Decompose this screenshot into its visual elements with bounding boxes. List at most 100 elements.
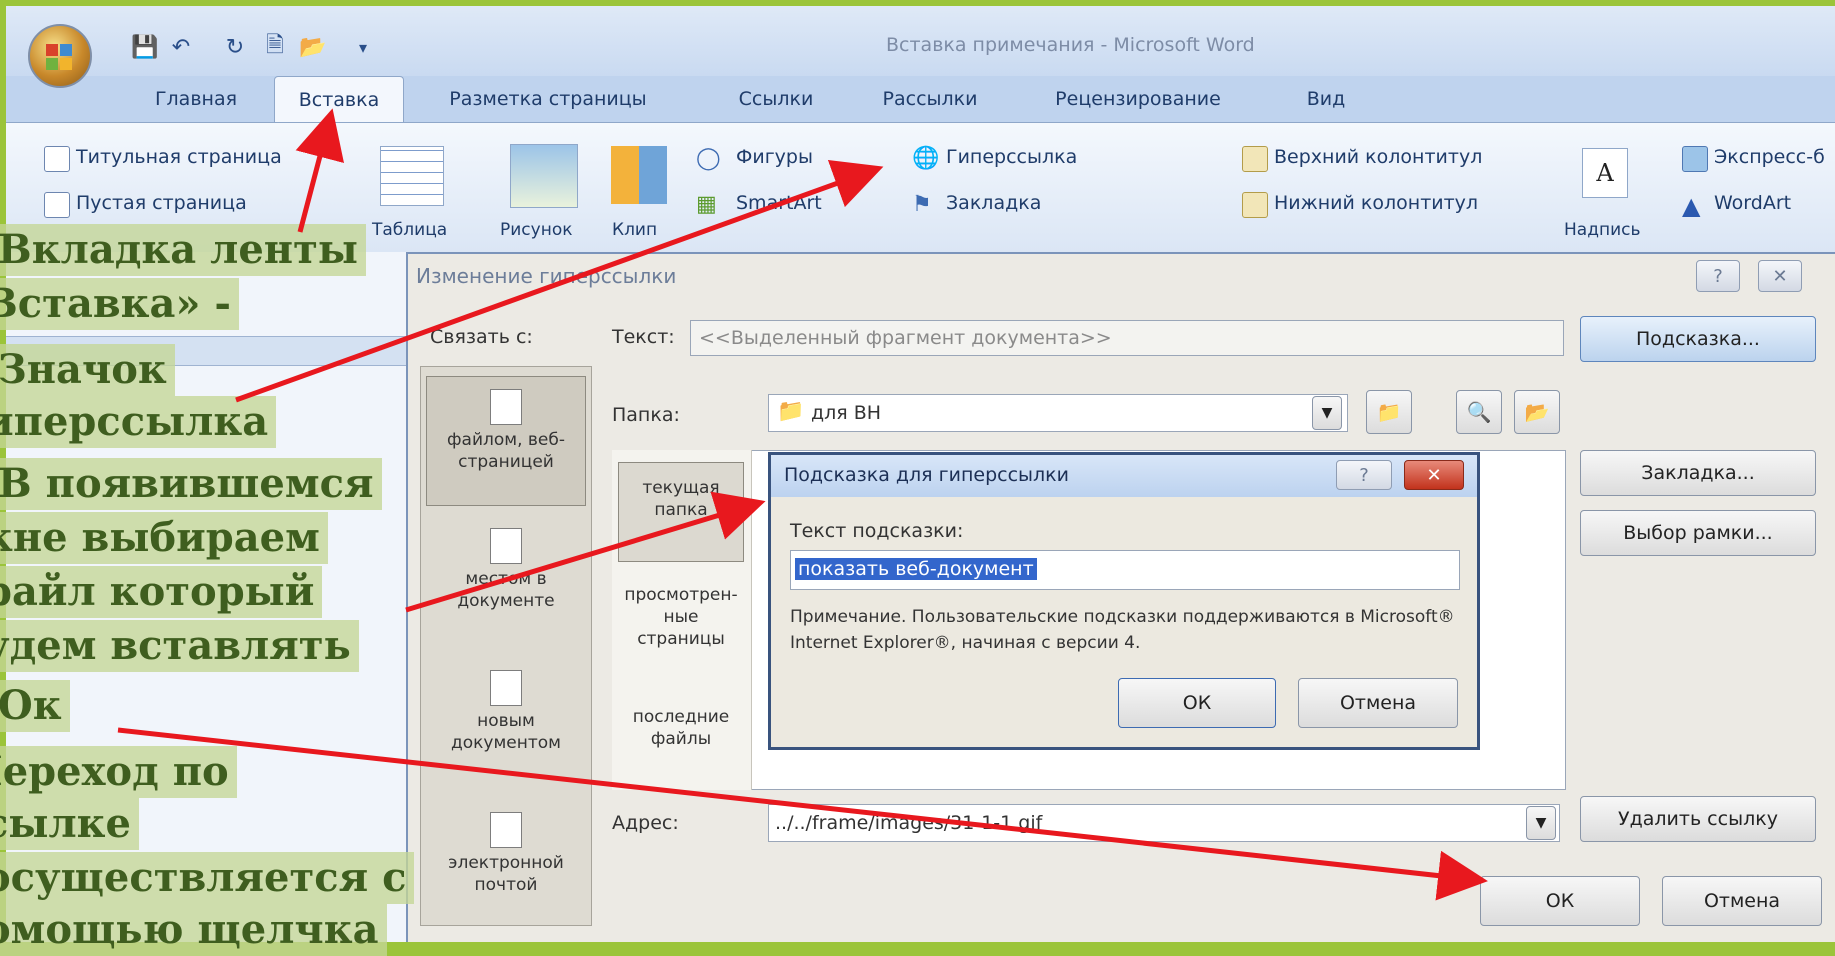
folder-select-value: для ВН <box>811 402 882 424</box>
link-option-place-label: местом в документе <box>457 569 555 611</box>
annotation-line-6: кне выбираем <box>0 512 328 564</box>
folder-icon: 📁 <box>777 399 805 424</box>
tip-button[interactable]: Подсказка... <box>1580 316 1816 362</box>
cancel-button[interactable]: Отмена <box>1662 876 1822 926</box>
table-icon <box>380 146 444 206</box>
annotation-line-9: .Ок <box>0 680 70 732</box>
quick-parts-button[interactable]: Экспресс-б <box>1714 146 1825 168</box>
bookmark-dialog-button[interactable]: Закладка... <box>1580 450 1816 496</box>
address-field-value: ../../frame/images/31-1-1.gif <box>775 812 1043 834</box>
smartart-icon: ▦ <box>696 192 717 217</box>
document-place-icon <box>490 528 522 564</box>
tab-view[interactable]: Вид <box>1296 76 1356 122</box>
annotation-line-1: .Вкладка ленты <box>0 224 366 276</box>
browse-file-icon[interactable]: 📂 <box>1514 390 1560 434</box>
annotation-line-2: Вставка» - <box>0 278 239 330</box>
recent-files-option[interactable]: последние файлы <box>618 706 744 750</box>
cover-page-button[interactable]: Титульная страница <box>76 146 282 168</box>
wordart-button[interactable]: WordArt <box>1714 192 1791 214</box>
tab-mailings[interactable]: Рассылки <box>870 76 990 122</box>
clip-art-button[interactable]: Клип <box>612 220 657 240</box>
browse-web-icon[interactable]: 🔍 <box>1456 390 1502 434</box>
qat-dropdown-icon[interactable]: ▾ <box>348 32 378 62</box>
email-icon <box>490 812 522 848</box>
textbox-icon: A <box>1582 148 1628 198</box>
current-folder-option[interactable]: текущая папка <box>618 462 744 562</box>
up-folder-icon[interactable]: 📁 <box>1366 390 1412 434</box>
save-icon[interactable]: 💾 <box>130 32 160 62</box>
tab-home[interactable]: Главная <box>136 76 256 122</box>
office-button-icon[interactable] <box>28 24 92 88</box>
table-button[interactable]: Таблица <box>372 220 447 240</box>
tab-review[interactable]: Рецензирование <box>1038 76 1238 122</box>
bookmark-icon: ⚑ <box>912 192 932 217</box>
footer-button[interactable]: Нижний колонтитул <box>1274 192 1478 214</box>
text-label: Текст: <box>612 326 675 348</box>
folder-label: Папка: <box>612 404 680 426</box>
help-icon[interactable]: ? <box>1696 260 1740 292</box>
link-option-new[interactable]: новым документом <box>426 670 586 780</box>
annotation-line-5: .В появившемся <box>0 458 382 510</box>
web-page-icon <box>490 389 522 425</box>
link-option-file-label: файлом, веб-страницей <box>447 430 565 472</box>
new-document-icon <box>490 670 522 706</box>
open-folder-icon[interactable]: 📂 <box>298 32 328 62</box>
annotation-line-3: .Значок <box>0 344 175 396</box>
hyperlink-icon: 🌐 <box>912 146 940 171</box>
link-to-label: Связать с: <box>430 326 533 348</box>
smartart-button[interactable]: SmartArt <box>736 192 822 214</box>
clip-art-icon <box>611 146 667 204</box>
screentip-title: Подсказка для гиперссылки <box>784 464 1069 486</box>
folder-select[interactable]: 📁 для ВН <box>768 394 1348 432</box>
annotation-line-8: удем вставлять <box>0 620 359 672</box>
blank-page-icon <box>44 192 70 218</box>
office-logo-blue <box>60 44 72 56</box>
picture-button[interactable]: Рисунок <box>500 220 573 240</box>
screentip-ok-button[interactable]: ОК <box>1118 678 1276 728</box>
address-field[interactable]: ../../frame/images/31-1-1.gif <box>768 804 1560 842</box>
office-logo-green <box>46 58 58 70</box>
undo-icon[interactable]: ↶ <box>166 32 196 62</box>
annotation-line-10: Іереход по <box>0 746 237 798</box>
header-button[interactable]: Верхний колонтитул <box>1274 146 1482 168</box>
shapes-button[interactable]: Фигуры <box>736 146 813 168</box>
link-option-email[interactable]: электронной почтой <box>426 812 586 922</box>
select-frame-button[interactable]: Выбор рамки... <box>1580 510 1816 556</box>
footer-icon <box>1242 192 1268 218</box>
blank-page-button[interactable]: Пустая страница <box>76 192 247 214</box>
screentip-text-field[interactable]: показать веб-документ <box>790 550 1460 590</box>
textbox-button[interactable]: Надпись <box>1564 220 1640 240</box>
header-icon <box>1242 146 1268 172</box>
screentip-cancel-button[interactable]: Отмена <box>1298 678 1458 728</box>
ok-button[interactable]: ОК <box>1480 876 1640 926</box>
bookmark-button[interactable]: Закладка <box>946 192 1041 214</box>
browsed-pages-option[interactable]: просмотрен-ные страницы <box>618 584 744 650</box>
text-field[interactable]: <<Выделенный фрагмент документа>> <box>690 320 1564 356</box>
office-logo-red <box>46 44 58 56</box>
tab-page-layout[interactable]: Разметка страницы <box>418 76 678 122</box>
tab-insert[interactable]: Вставка <box>274 76 404 122</box>
link-option-place[interactable]: местом в документе <box>426 528 586 638</box>
window-title: Вставка примечания - Microsoft Word <box>886 34 1255 56</box>
hyperlink-button[interactable]: Гиперссылка <box>946 146 1077 168</box>
text-field-value: <<Выделенный фрагмент документа>> <box>699 327 1112 349</box>
address-dropdown-icon[interactable]: ▼ <box>1526 806 1556 840</box>
dialog-title: Изменение гиперссылки <box>416 264 677 288</box>
link-option-email-label: электронной почтой <box>448 853 564 895</box>
screentip-close-icon[interactable]: ✕ <box>1404 460 1464 490</box>
office-logo-yellow <box>60 58 72 70</box>
annotation-line-12: осуществляется с <box>0 852 415 904</box>
tab-references[interactable]: Ссылки <box>721 76 831 122</box>
picture-icon <box>510 144 578 208</box>
link-option-new-label: новым документом <box>450 711 561 753</box>
print-preview-icon[interactable]: 🗎 <box>260 32 290 62</box>
close-icon[interactable]: ✕ <box>1758 260 1802 292</box>
wordart-icon: ▲ <box>1682 192 1701 220</box>
shapes-icon: ◯ <box>696 146 721 171</box>
chevron-down-icon[interactable]: ▼ <box>1312 396 1342 430</box>
redo-icon[interactable]: ↻ <box>220 32 250 62</box>
screentip-text-value: показать веб-документ <box>795 558 1037 580</box>
link-option-file[interactable]: файлом, веб-страницей <box>426 376 586 506</box>
remove-link-button[interactable]: Удалить ссылку <box>1580 796 1816 842</box>
screentip-help-icon[interactable]: ? <box>1336 460 1392 490</box>
